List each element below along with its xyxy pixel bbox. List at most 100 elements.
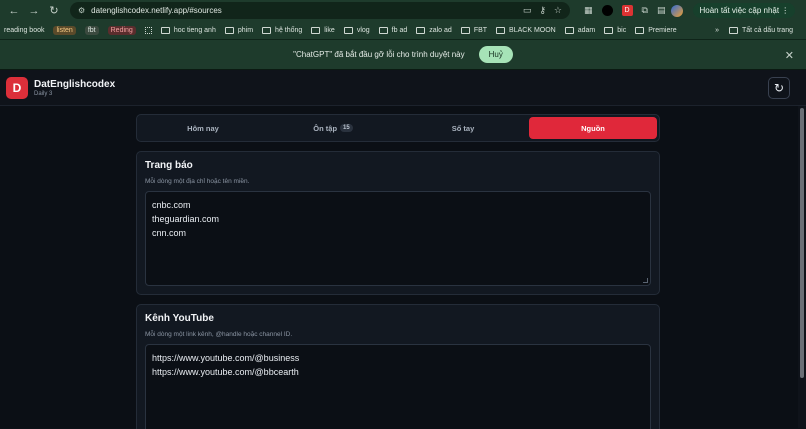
extensions-puzzle-icon[interactable]: ⧉	[642, 5, 648, 16]
folder-icon	[729, 26, 739, 34]
bookmark-label: adam	[577, 26, 596, 34]
bookmark-item[interactable]: bic	[604, 26, 627, 34]
news-line: cnn.com	[152, 228, 187, 238]
all-bookmarks[interactable]: Tất cả dấu trang	[729, 26, 793, 34]
page-scrollbar[interactable]	[798, 106, 806, 428]
back-icon[interactable]: ←	[6, 3, 22, 19]
folder-icon	[496, 26, 506, 34]
translate-icon[interactable]: ▦	[584, 5, 593, 16]
bookmark-item[interactable]: vlog	[343, 26, 370, 34]
bookmark-label: vlog	[356, 26, 370, 34]
extension-d-icon[interactable]: D	[621, 5, 633, 16]
tab-today-label: Hôm nay	[187, 123, 219, 133]
folder-icon	[564, 26, 574, 34]
tab-review[interactable]: Ôn tập 15	[269, 117, 397, 139]
site-settings-icon[interactable]: ⚙	[78, 6, 85, 15]
news-sources-textarea[interactable]: cnbc.com theguardian.com cnn.com	[145, 191, 651, 286]
bookmark-label: fbt	[87, 26, 96, 34]
bookmarks-bar: reading book listen fbt Reding hoc tieng anh…	[0, 21, 806, 40]
brand: DatEnglishcodex Daily 3	[34, 79, 115, 97]
news-line: theguardian.com	[152, 214, 220, 224]
folder-icon	[416, 26, 426, 34]
address-bar[interactable]: ⚙ datenglishcodex.netlify.app/#sources ▭…	[70, 2, 570, 19]
star-icon[interactable]: ☆	[554, 5, 562, 16]
review-count-badge: 15	[340, 124, 353, 132]
bookmark-label: listen	[56, 26, 73, 34]
folder-icon	[343, 26, 353, 34]
cancel-button[interactable]: Huỷ	[478, 46, 513, 63]
tab-notebook-label: Sổ tay	[451, 123, 475, 133]
bookmarks-overflow[interactable]: »	[715, 27, 719, 34]
bookmark-label: Reding	[110, 26, 133, 34]
refresh-icon: ↻	[773, 80, 785, 95]
content-column: Hôm nay Ôn tập 15 Sổ tay Nguồn Trang báo …	[136, 114, 660, 429]
bookmark-item[interactable]: phim	[224, 26, 254, 34]
forward-icon[interactable]: →	[26, 3, 42, 19]
infobar-message: "ChatGPT" đã bắt đầu gỡ lỗi cho trình du…	[293, 50, 465, 59]
debug-infobar: "ChatGPT" đã bắt đầu gỡ lỗi cho trình du…	[0, 40, 806, 70]
cast-icon[interactable]: ▭	[523, 5, 532, 16]
bookmark-label: zalo ad	[429, 26, 452, 34]
youtube-channels-card: Kênh YouTube Mỗi dòng một link kênh, @ha…	[136, 304, 660, 429]
youtube-line: https://www.youtube.com/@bbcearth	[152, 367, 299, 377]
youtube-channels-hint: Mỗi dòng một link kênh, @handle hoặc cha…	[145, 331, 293, 338]
profile-avatar[interactable]	[671, 4, 684, 17]
bookmark-item[interactable]: zalo ad	[416, 26, 452, 34]
close-icon[interactable]: ✕	[785, 49, 794, 62]
bookmark-item[interactable]: reading book	[4, 27, 44, 34]
bookmark-item[interactable]: Premiere	[635, 26, 677, 34]
tab-bar: Hôm nay Ôn tập 15 Sổ tay Nguồn	[136, 114, 660, 142]
bookmark-item[interactable]: like	[311, 26, 335, 34]
side-panel-icon[interactable]: ▤	[657, 5, 666, 16]
bookmark-item[interactable]	[144, 26, 152, 34]
folder-icon	[378, 26, 388, 34]
folder-icon	[311, 26, 321, 34]
bookmark-label: bic	[617, 26, 627, 34]
reload-icon[interactable]: ↻	[46, 3, 62, 19]
news-sources-card: Trang báo Mỗi dòng một địa chỉ hoặc tên …	[136, 151, 660, 295]
news-sources-title: Trang báo	[145, 160, 193, 171]
all-bookmarks-label: Tất cả dấu trang	[742, 26, 793, 34]
youtube-channels-textarea[interactable]: https://www.youtube.com/@business https:…	[145, 344, 651, 429]
extension-dark-icon[interactable]	[601, 5, 613, 16]
bookmark-item[interactable]: hệ thống	[262, 26, 303, 34]
app-name: DatEnglishcodex	[34, 78, 116, 90]
youtube-line: https://www.youtube.com/@business	[152, 353, 300, 363]
tab-notebook[interactable]: Sổ tay	[399, 117, 527, 139]
folder-icon	[160, 26, 170, 34]
tab-today[interactable]: Hôm nay	[139, 117, 267, 139]
tab-sources[interactable]: Nguồn	[529, 117, 657, 139]
scrollbar-thumb[interactable]	[800, 108, 804, 378]
folder-icon	[224, 26, 234, 34]
bookmark-label: hoc tieng anh	[173, 26, 216, 34]
bookmark-item[interactable]: fb ad	[378, 26, 407, 34]
bookmark-label: Premiere	[648, 26, 677, 34]
key-icon[interactable]: ⚷	[539, 5, 546, 16]
browser-toolbar: ← → ↻ ⚙ datenglishcodex.netlify.app/#sou…	[0, 0, 806, 21]
bookmark-item[interactable]: listen	[53, 25, 76, 35]
refresh-button[interactable]: ↻	[768, 76, 790, 99]
bookmark-label: hệ thống	[275, 26, 303, 34]
bookmark-item[interactable]: BLACK MOON	[496, 26, 556, 34]
update-button-label: Hoàn tất việc cập nhật	[699, 6, 780, 15]
bookmark-item[interactable]: FBT	[460, 26, 487, 34]
folder-icon	[460, 26, 470, 34]
news-line: cnbc.com	[152, 200, 191, 210]
bookmark-item[interactable]: Reding	[107, 25, 136, 35]
bookmark-item[interactable]: adam	[564, 26, 596, 34]
youtube-channels-title: Kênh YouTube	[145, 313, 214, 324]
folder-icon	[262, 26, 272, 34]
bookmark-label: reading book	[4, 26, 45, 34]
tab-review-label: Ôn tập	[313, 123, 338, 133]
update-button[interactable]: Hoàn tất việc cập nhật ⋮	[693, 3, 796, 18]
bookmark-item[interactable]: hoc tieng anh	[160, 26, 216, 34]
news-sources-hint: Mỗi dòng một địa chỉ hoặc tên miền.	[145, 178, 250, 185]
bookmark-label: phim	[237, 26, 254, 34]
app-logo: D	[6, 76, 28, 99]
bookmark-item[interactable]: fbt	[84, 25, 99, 35]
resize-handle[interactable]	[643, 278, 648, 283]
app-subtitle: Daily 3	[34, 90, 53, 97]
url-text[interactable]: datenglishcodex.netlify.app/#sources	[91, 6, 523, 15]
apps-grid-icon	[144, 26, 152, 34]
folder-icon	[604, 26, 614, 34]
